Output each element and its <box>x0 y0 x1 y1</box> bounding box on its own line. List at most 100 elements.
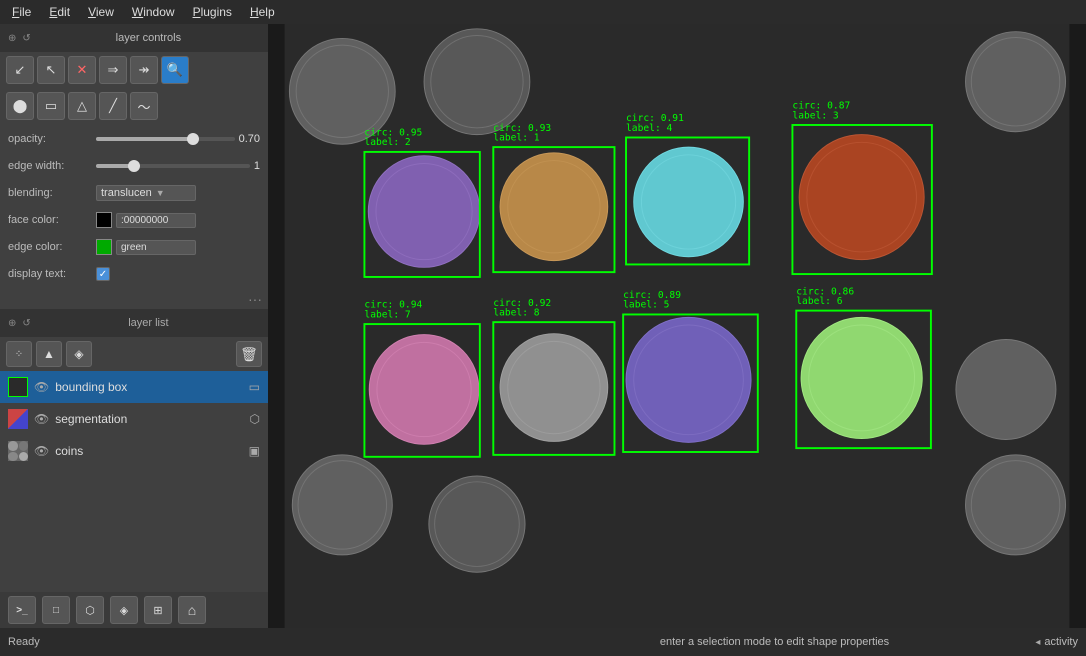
blending-arrow-icon: ▼ <box>156 188 165 198</box>
layer-list-title: layer list <box>37 317 260 329</box>
tool-arrow-diagonal[interactable]: ↙ <box>6 56 34 84</box>
blending-row: blending: translucen ▼ <box>8 182 260 204</box>
tool-arrow-up-left[interactable]: ↖ <box>37 56 65 84</box>
panel-collapse: ··· <box>0 289 268 309</box>
layer-visibility-bbox[interactable]: 👁 <box>34 380 49 394</box>
tool-row-2: ⬤ ▭ △ ╱ 〜 <box>0 88 268 124</box>
opacity-slider-fill <box>96 137 193 141</box>
svg-text:label: 5: label: 5 <box>623 300 669 311</box>
edge-width-slider-track[interactable] <box>96 164 250 168</box>
display-text-row: display text: <box>8 263 260 285</box>
statusbar-message: enter a selection mode to edit shape pro… <box>522 636 1028 648</box>
activity-arrow-icon: ◂ <box>1035 637 1040 648</box>
layer-visibility-coins[interactable]: 👁 <box>34 444 49 458</box>
layer-name-coins: coins <box>55 444 242 458</box>
main-area: ⊕ ↺ layer controls ↙ ↖ ✕ ⇒ ↠ 🔍 ⬤ ▭ △ ╱ 〜… <box>0 24 1086 628</box>
ndim-btn[interactable]: □ <box>42 596 70 624</box>
grid-view-btn[interactable]: ⊞ <box>144 596 172 624</box>
edge-color-swatch[interactable] <box>96 239 112 255</box>
refresh-icon: ↺ <box>22 33 30 44</box>
canvas-svg: label: 2 circ: 0.95 label: 1 circ: 0.93 … <box>268 24 1086 628</box>
layer-thumb-bbox <box>8 377 28 397</box>
layer-list-refresh-icon: ↺ <box>22 318 30 329</box>
edge-color-controls: green <box>96 239 196 255</box>
tool-close[interactable]: ✕ <box>68 56 96 84</box>
more-options-icon[interactable]: ··· <box>248 291 262 307</box>
layer-thumb-seg <box>8 409 28 429</box>
menubar: File Edit View Window Plugins Help <box>0 0 1086 24</box>
add-points-layer-btn[interactable]: ⁘ <box>6 341 32 367</box>
layer-type-icon-bbox: ▭ <box>249 380 260 394</box>
tool-arrow-right2[interactable]: ↠ <box>130 56 158 84</box>
svg-text:circ: 0.91: circ: 0.91 <box>626 113 684 124</box>
delete-layer-btn[interactable]: 🗑 <box>236 341 262 367</box>
layer-list-section: ⊕ ↺ layer list ⁘ ▲ ◈ 🗑 👁 bounding box ▭ <box>0 309 268 592</box>
edge-width-slider-container: 1 <box>96 160 260 172</box>
layer-type-icon-seg: ⬡ <box>250 412 260 426</box>
blending-select[interactable]: translucen ▼ <box>96 185 196 201</box>
layer-item-segmentation[interactable]: 👁 segmentation ⬡ <box>0 403 268 435</box>
layer-name-seg: segmentation <box>55 412 243 426</box>
menu-view[interactable]: View <box>80 3 122 21</box>
face-color-row: face color: :00000000 <box>8 209 260 231</box>
edge-color-value: green <box>116 240 196 255</box>
svg-text:label: 2: label: 2 <box>364 137 410 148</box>
statusbar: Ready enter a selection mode to edit sha… <box>0 628 1086 656</box>
tool-arrow-right[interactable]: ⇒ <box>99 56 127 84</box>
left-panel-bottom-toolbar: >_ □ ⬡ ◈ ⊞ ⌂ <box>0 592 268 628</box>
edge-width-slider-thumb[interactable] <box>128 160 140 172</box>
canvas-area[interactable]: label: 2 circ: 0.95 label: 1 circ: 0.93 … <box>268 24 1086 628</box>
properties-panel: opacity: 0.70 edge width: 1 <box>0 124 268 289</box>
menu-help[interactable]: Help <box>242 3 283 21</box>
layer-visibility-seg[interactable]: 👁 <box>34 412 49 426</box>
menu-window[interactable]: Window <box>124 3 183 21</box>
tool-line[interactable]: ╱ <box>99 92 127 120</box>
opacity-value: 0.70 <box>239 133 260 145</box>
svg-text:label: 3: label: 3 <box>792 110 838 121</box>
svg-text:circ: 0.87: circ: 0.87 <box>792 101 850 112</box>
add-label-layer-btn[interactable]: ◈ <box>66 341 92 367</box>
home-btn[interactable]: ⌂ <box>178 596 206 624</box>
layer-name-bbox: bounding box <box>55 380 242 394</box>
opacity-slider-thumb[interactable] <box>187 133 199 145</box>
blending-label: blending: <box>8 187 90 199</box>
activity-label[interactable]: activity <box>1044 636 1078 648</box>
svg-text:label: 8: label: 8 <box>493 307 539 318</box>
3d-btn[interactable]: ⬡ <box>76 596 104 624</box>
tool-select-circle[interactable]: ⬤ <box>6 92 34 120</box>
face-color-swatch[interactable] <box>96 212 112 228</box>
display-text-checkbox[interactable] <box>96 267 110 281</box>
blending-value: translucen <box>101 187 152 199</box>
tool-search[interactable]: 🔍 <box>161 56 189 84</box>
pan-icon: ⊕ <box>8 33 16 44</box>
tool-row-1: ↙ ↖ ✕ ⇒ ↠ 🔍 <box>0 52 268 88</box>
ready-status: Ready <box>8 636 40 648</box>
opacity-slider-container: 0.70 <box>96 133 260 145</box>
layer-list-header: ⊕ ↺ layer list <box>0 309 268 337</box>
tool-path[interactable]: 〜 <box>130 92 158 120</box>
tool-triangle[interactable]: △ <box>68 92 96 120</box>
layer-item-coins[interactable]: 👁 coins ▣ <box>0 435 268 467</box>
menu-plugins[interactable]: Plugins <box>185 3 240 21</box>
opacity-slider-track[interactable] <box>96 137 235 141</box>
svg-text:circ: 0.95: circ: 0.95 <box>364 128 422 139</box>
canvas-content[interactable]: label: 2 circ: 0.95 label: 1 circ: 0.93 … <box>268 24 1086 628</box>
svg-text:circ: 0.93: circ: 0.93 <box>493 123 551 134</box>
layer-controls-header: ⊕ ↺ layer controls <box>0 24 268 52</box>
menu-file[interactable]: File <box>4 3 39 21</box>
console-btn[interactable]: >_ <box>8 596 36 624</box>
svg-text:circ: 0.86: circ: 0.86 <box>796 286 854 297</box>
svg-text:circ: 0.94: circ: 0.94 <box>364 300 422 311</box>
layer-item-bounding-box[interactable]: 👁 bounding box ▭ <box>0 371 268 403</box>
tool-select-rect[interactable]: ▭ <box>37 92 65 120</box>
edge-width-value: 1 <box>254 160 260 172</box>
add-shapes-layer-btn[interactable]: ▲ <box>36 341 62 367</box>
svg-text:label: 6: label: 6 <box>796 296 842 307</box>
svg-text:label: 7: label: 7 <box>364 309 410 320</box>
grid-btn2[interactable]: ◈ <box>110 596 138 624</box>
edge-width-row: edge width: 1 <box>8 155 260 177</box>
layer-list-pan-icon: ⊕ <box>8 318 16 329</box>
edge-color-row: edge color: green <box>8 236 260 258</box>
edge-color-label: edge color: <box>8 241 90 253</box>
menu-edit[interactable]: Edit <box>41 3 78 21</box>
